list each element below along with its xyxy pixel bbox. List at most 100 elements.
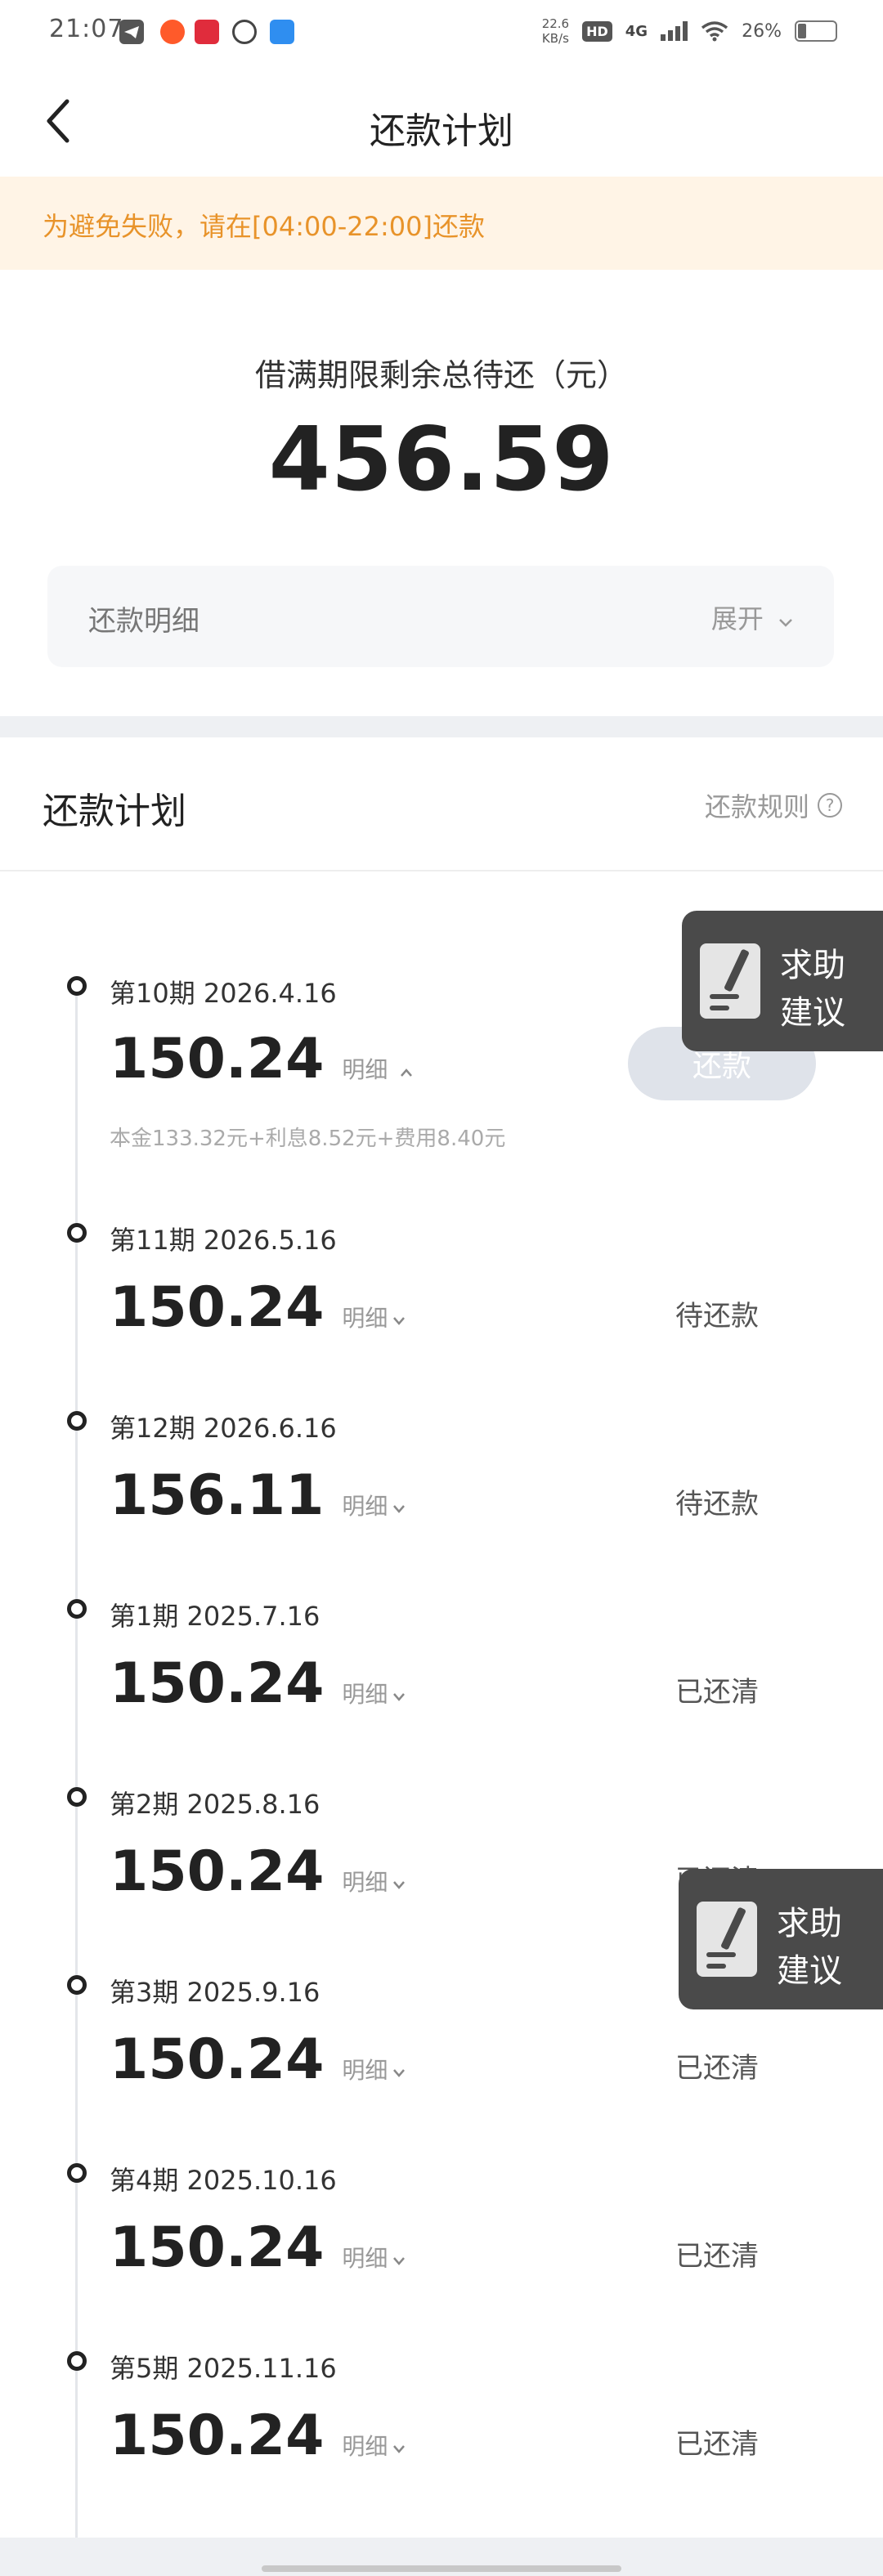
chevron-down-icon	[393, 2445, 406, 2453]
installment-amount: 156.11	[110, 1463, 325, 1528]
status-time: 21:07	[49, 15, 124, 43]
installment-row: 156.11 明细	[110, 1463, 406, 1528]
installment-amount: 150.24	[110, 1275, 325, 1340]
repayment-rules-label: 还款规则	[704, 791, 809, 822]
help-label-line2: 建议	[777, 1952, 842, 1990]
status-right: 22.6 KB/s HD 4G 26%	[542, 16, 837, 46]
net-speed-unit: KB/s	[541, 31, 569, 46]
help-label-line1: 求助	[780, 947, 845, 984]
installment-detail-toggle[interactable]: 明细	[342, 1052, 413, 1085]
timeline-dot	[67, 2163, 87, 2183]
installment-title: 第5期 2025.11.16	[110, 2353, 337, 2384]
notice-text: 为避免失败，请在[04:00-22:00]还款	[43, 211, 485, 242]
installment-status: 已还清	[675, 2052, 759, 2085]
installment-status: 已还清	[675, 1676, 759, 1709]
installment-detail-toggle[interactable]: 明细	[342, 2241, 406, 2274]
news-app-icon	[195, 20, 219, 44]
detail-label: 明细	[342, 2433, 388, 2460]
chevron-down-icon	[393, 2069, 406, 2077]
detail-label: 明细	[342, 2245, 388, 2272]
detail-label: 明细	[342, 2057, 388, 2084]
network-type: 4G	[625, 22, 648, 40]
installment-detail-toggle[interactable]: 明细	[342, 1489, 406, 1521]
installment-title: 第3期 2025.9.16	[110, 1977, 320, 2008]
installment-detail-toggle[interactable]: 明细	[342, 1865, 406, 1897]
installment-amount: 150.24	[110, 2404, 325, 2468]
repayment-rules-link[interactable]: 还款规则 ?	[705, 786, 842, 824]
home-indicator[interactable]	[262, 2565, 621, 2572]
net-speed-value: 22.6	[541, 16, 570, 31]
chevron-down-icon	[393, 1881, 406, 1889]
help-label-line2: 建议	[780, 994, 845, 1032]
installment-row: 150.24 明细	[110, 2404, 406, 2468]
chevron-down-icon	[393, 2257, 406, 2265]
installment-detail-toggle[interactable]: 明细	[342, 2429, 406, 2462]
timeline-line	[75, 989, 78, 2542]
installment-row: 150.24 明细	[110, 1027, 413, 1091]
section-gap	[0, 716, 883, 737]
chevron-down-icon	[779, 619, 792, 627]
installment-title: 第2期 2025.8.16	[110, 1789, 320, 1820]
installment-status: 待还款	[675, 1488, 759, 1521]
timeline-dot	[67, 1599, 87, 1619]
detail-label: 明细	[342, 1681, 388, 1708]
help-label-line1: 求助	[777, 1905, 842, 1942]
installment-row: 150.24 明细	[110, 2027, 406, 2092]
feedback-icon	[697, 1902, 757, 1977]
installment-row: 150.24 明细	[110, 1275, 406, 1340]
expand-label: 展开	[710, 603, 764, 634]
network-speed: 22.6 KB/s	[542, 16, 569, 46]
timeline-dot	[67, 1975, 87, 1995]
installment-title: 第11期 2026.5.16	[110, 1225, 337, 1256]
installment-row: 150.24 明细	[110, 1651, 406, 1716]
timeline-dot	[67, 1787, 87, 1807]
battery-percent: 26%	[742, 20, 782, 42]
detail-label: 明细	[342, 1056, 388, 1083]
repayment-detail-label: 还款明细	[88, 605, 199, 638]
timeline-dot	[67, 1223, 87, 1243]
installment-title: 第10期 2026.4.16	[110, 978, 337, 1009]
question-icon: ?	[818, 793, 842, 818]
installment-row: 150.24 明细	[110, 1839, 406, 1904]
installment-amount: 150.24	[110, 1651, 325, 1716]
chevron-down-icon	[393, 1317, 406, 1325]
installment-breakdown: 本金133.32元+利息8.52元+费用8.40元	[110, 1127, 506, 1151]
installment-title: 第1期 2025.7.16	[110, 1601, 320, 1632]
installment-amount: 150.24	[110, 1027, 325, 1091]
help-suggestion-button[interactable]: 求助 建议	[679, 1869, 883, 2009]
telegram-icon	[119, 20, 144, 44]
expand-button[interactable]: 展开	[711, 598, 793, 636]
notice-banner: 为避免失败，请在[04:00-22:00]还款	[0, 177, 883, 270]
detail-label: 明细	[342, 1305, 388, 1332]
installment-title: 第12期 2026.6.16	[110, 1413, 337, 1444]
hd-badge: HD	[582, 20, 612, 42]
help-suggestion-button[interactable]: 求助 建议	[682, 911, 883, 1051]
battery-icon	[795, 20, 837, 42]
chevron-up-icon	[401, 1068, 413, 1077]
timeline-dot	[67, 976, 87, 996]
timeline-dot	[67, 2351, 87, 2371]
feedback-icon	[700, 943, 760, 1019]
installment-detail-toggle[interactable]: 明细	[342, 1677, 406, 1709]
timeline-dot	[67, 1411, 87, 1431]
installment-status: 已还清	[675, 2240, 759, 2273]
installment-status: 待还款	[675, 1300, 759, 1333]
summary-amount: 456.59	[268, 409, 615, 511]
detail-label: 明细	[342, 1869, 388, 1896]
signal-icon	[661, 21, 688, 41]
installment-detail-toggle[interactable]: 明细	[342, 2053, 406, 2085]
chevron-down-icon	[393, 1693, 406, 1701]
installment-amount: 150.24	[110, 2027, 325, 2092]
repayment-detail-toggle[interactable]: 还款明细 展开	[47, 566, 834, 667]
installment-status: 已还清	[675, 2428, 759, 2461]
message-app-icon	[270, 20, 294, 44]
wifi-icon	[701, 21, 728, 42]
installment-amount: 150.24	[110, 1839, 325, 1904]
installment-amount: 150.24	[110, 2215, 325, 2280]
installment-detail-toggle[interactable]: 明细	[342, 1301, 406, 1333]
summary-label: 借满期限剩余总待还（元）	[254, 357, 628, 393]
weibo-icon	[232, 20, 257, 44]
chevron-down-icon	[393, 1505, 406, 1513]
installment-title: 第4期 2025.10.16	[110, 2165, 337, 2196]
status-bar: 21:07 22.6 KB/s HD 4G 26%	[0, 0, 883, 69]
